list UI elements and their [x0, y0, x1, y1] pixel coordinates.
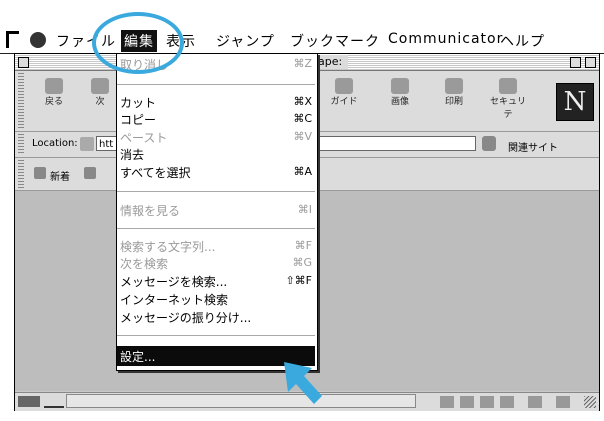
images-icon [391, 78, 409, 94]
print-label: 印刷 [444, 97, 463, 107]
component-navigator-icon[interactable] [440, 396, 454, 408]
search-messages-shortcut: ⇧⌘F [285, 274, 312, 287]
location-grip[interactable] [18, 134, 24, 155]
undo-shortcut: ⌘Z [293, 57, 312, 70]
close-box[interactable] [18, 57, 29, 68]
address-book-icon[interactable] [528, 396, 542, 408]
menu-item-message-filters[interactable]: メッセージの振り分け... [120, 309, 251, 326]
security-lock-icon[interactable] [18, 396, 40, 407]
task-icon[interactable] [556, 396, 570, 408]
menu-communicator[interactable]: Communicator [388, 31, 503, 47]
related-sites-label[interactable]: 関連サイト [508, 139, 558, 154]
find-again-shortcut: ⌘G [292, 256, 312, 269]
menu-item-paste[interactable]: ペースト [120, 129, 167, 146]
guide-icon [335, 78, 353, 94]
menu-item-preferences[interactable]: 設定... [120, 348, 155, 365]
status-field [66, 394, 416, 408]
menu-item-search-messages[interactable]: メッセージを検索... [120, 273, 227, 290]
menu-item-get-info[interactable]: 情報を見る [120, 202, 180, 219]
zoom-box[interactable] [570, 57, 581, 68]
menu-separator [117, 191, 315, 192]
paste-shortcut: ⌘V [293, 130, 312, 143]
news-icon[interactable] [480, 396, 494, 408]
find-shortcut: ⌘F [294, 239, 312, 252]
netscape-logo[interactable]: N [556, 83, 594, 121]
menu-item-internet-search[interactable]: インターネット検索 [120, 291, 228, 308]
composer-icon[interactable] [500, 396, 514, 408]
menu-help[interactable]: ヘルプ [500, 31, 545, 51]
menu-item-cut[interactable]: カット [120, 94, 156, 111]
back-icon [45, 78, 63, 94]
collapse-box[interactable] [585, 57, 596, 68]
menu-go[interactable]: ジャンプ [216, 31, 275, 51]
copy-shortcut: ⌘C [293, 112, 312, 125]
select-all-shortcut: ⌘A [293, 165, 312, 178]
mail-icon[interactable] [460, 396, 474, 408]
back-button[interactable]: 戻る [32, 78, 76, 107]
resize-grip-icon[interactable] [584, 396, 596, 408]
bookmark-item2-icon[interactable] [84, 167, 96, 179]
security-label: セキュリテ [489, 97, 526, 120]
get-info-shortcut: ⌘I [297, 203, 312, 216]
menu-item-find[interactable]: 検索する文字列... [120, 238, 215, 255]
pointer-arrow-icon [284, 362, 322, 404]
highlight-circle [92, 12, 184, 74]
menu-item-select-all[interactable]: すべてを選択 [120, 164, 190, 181]
cut-shortcut: ⌘X [293, 95, 312, 108]
menu-separator [117, 228, 315, 229]
bookmark-proxy-icon[interactable] [80, 137, 94, 151]
menu-bookmarks[interactable]: ブックマーク [290, 31, 380, 51]
menu-item-copy[interactable]: コピー [120, 111, 156, 128]
back-label: 戻る [44, 97, 63, 107]
guide-label: ガイド [330, 97, 358, 107]
bookmark-new[interactable]: 新着 [50, 168, 70, 183]
related-sites-icon[interactable] [482, 136, 496, 151]
images-label: 画像 [390, 97, 409, 107]
personal-grip[interactable] [18, 160, 24, 188]
forward-icon [91, 78, 109, 94]
security-icon [499, 78, 517, 94]
apple-menu-icon[interactable] [6, 31, 19, 48]
images-button[interactable]: 画像 [378, 78, 422, 107]
bookmark-item-icon [34, 167, 46, 179]
connection-icon [44, 396, 64, 408]
security-button[interactable]: セキュリテ [486, 78, 530, 120]
toolbar-grip[interactable] [18, 73, 24, 129]
print-icon [445, 78, 463, 94]
menu-separator [117, 84, 315, 85]
guide-button[interactable]: ガイド [322, 78, 366, 107]
location-label: Location: [32, 138, 78, 149]
apple-logo-icon[interactable] [30, 32, 46, 48]
menu-item-clear[interactable]: 消去 [120, 146, 144, 163]
menu-item-find-again[interactable]: 次を検索 [120, 255, 168, 272]
menu-separator [117, 335, 315, 336]
print-button[interactable]: 印刷 [432, 78, 476, 107]
